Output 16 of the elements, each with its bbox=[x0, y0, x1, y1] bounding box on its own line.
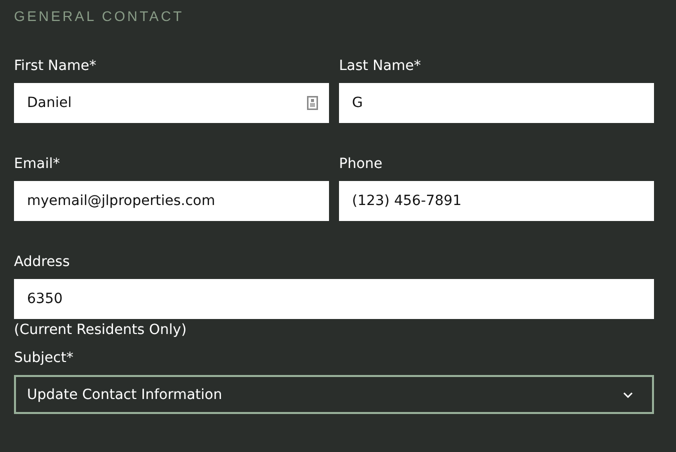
field-label: Last Name* bbox=[339, 58, 422, 75]
section-title: GENERAL CONTACT bbox=[14, 8, 185, 26]
field-label: First Name* bbox=[14, 58, 98, 75]
field-hint: (Current Residents Only) bbox=[14, 322, 188, 338]
field-label: Address bbox=[14, 254, 71, 271]
chevron-down-icon bbox=[623, 392, 633, 398]
text-field[interactable]: myemail@jlproperties.com bbox=[14, 181, 329, 221]
dropdown[interactable]: Update Contact Information bbox=[14, 375, 654, 414]
field-label: Subject* bbox=[14, 350, 74, 367]
text-field[interactable]: 6350 bbox=[14, 279, 654, 319]
contact-card-icon[interactable] bbox=[307, 96, 318, 110]
text-field[interactable]: G bbox=[339, 83, 654, 123]
text-field[interactable]: Daniel bbox=[14, 83, 329, 123]
field-label: Email* bbox=[14, 156, 61, 173]
field-label: Phone bbox=[339, 156, 384, 173]
text-field[interactable]: (123) 456-7891 bbox=[339, 181, 654, 221]
